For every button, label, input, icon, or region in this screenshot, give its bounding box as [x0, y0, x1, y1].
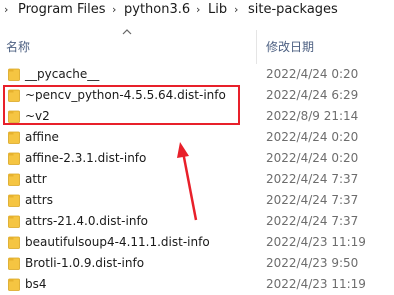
file-date-modified: 2022/4/24 7:37 [266, 193, 359, 207]
list-item[interactable]: __pycache__ 2022/4/24 0:20 [0, 64, 394, 85]
list-item[interactable]: attrs-21.4.0.dist-info 2022/4/24 7:37 [0, 211, 394, 232]
folder-icon [8, 131, 20, 144]
list-item[interactable]: bs4 2022/4/23 11:19 [0, 274, 394, 295]
folder-icon [8, 257, 20, 270]
chevron-right-icon[interactable]: › [4, 0, 8, 20]
file-date-modified: 2022/4/24 0:20 [266, 151, 359, 165]
file-name: attrs-21.4.0.dist-info [25, 214, 149, 228]
file-name: attrs [25, 193, 53, 207]
list-item[interactable]: beautifulsoup4-4.11.1.dist-info 2022/4/23… [0, 232, 394, 253]
list-item[interactable]: affine-2.3.1.dist-info 2022/4/24 0:20 [0, 148, 394, 169]
file-list: __pycache__ 2022/4/24 0:20 ~pencv_python-4… [0, 64, 394, 295]
column-divider[interactable] [256, 30, 257, 64]
breadcrumb-item-lib[interactable]: Lib [208, 0, 227, 20]
list-item[interactable]: attr 2022/4/24 7:37 [0, 169, 394, 190]
list-item[interactable]: ~v2 2022/8/9 21:14 [0, 106, 394, 127]
file-date-modified: 2022/4/24 0:20 [266, 67, 359, 81]
list-item[interactable]: attrs 2022/4/24 7:37 [0, 190, 394, 211]
file-name: affine [25, 130, 59, 144]
sort-up-icon [122, 29, 132, 35]
chevron-right-icon[interactable]: › [234, 0, 238, 20]
file-date-modified: 2022/4/24 6:29 [266, 88, 359, 102]
file-name: Brotli-1.0.9.dist-info [25, 256, 145, 270]
folder-icon [8, 110, 20, 123]
list-item[interactable]: ~pencv_python-4.5.5.64.dist-info 2022/4/2… [0, 85, 394, 106]
breadcrumb-item-program-files[interactable]: Program Files [18, 0, 106, 20]
file-date-modified: 2022/4/23 9:50 [266, 256, 359, 270]
folder-icon [8, 89, 20, 102]
folder-icon [8, 173, 20, 186]
file-name: attr [25, 172, 47, 186]
list-item[interactable]: affine 2022/4/24 0:20 [0, 127, 394, 148]
folder-icon [8, 152, 20, 165]
breadcrumb: › Program Files › python3.6 › Lib › site… [0, 0, 394, 22]
file-name: ~pencv_python-4.5.5.64.dist-info [25, 88, 226, 102]
file-name: __pycache__ [25, 67, 100, 81]
file-date-modified: 2022/8/9 21:14 [266, 109, 359, 123]
chevron-right-icon[interactable]: › [112, 0, 116, 20]
file-date-modified: 2022/4/24 7:37 [266, 172, 359, 186]
file-date-modified: 2022/4/23 11:19 [266, 235, 366, 249]
file-date-modified: 2022/4/23 11:19 [266, 277, 366, 291]
folder-icon [8, 215, 20, 228]
file-name: affine-2.3.1.dist-info [25, 151, 147, 165]
column-header: 名称 修改日期 [0, 26, 394, 64]
folder-icon [8, 278, 20, 291]
breadcrumb-item-site-packages[interactable]: site-packages [248, 0, 338, 20]
folder-icon [8, 236, 20, 249]
column-header-date-modified[interactable]: 修改日期 [266, 38, 314, 55]
breadcrumb-item-python36[interactable]: python3.6 [124, 0, 190, 20]
chevron-right-icon[interactable]: › [196, 0, 200, 20]
file-date-modified: 2022/4/24 0:20 [266, 130, 359, 144]
folder-icon [8, 194, 20, 207]
list-item[interactable]: Brotli-1.0.9.dist-info 2022/4/23 9:50 [0, 253, 394, 274]
file-date-modified: 2022/4/24 7:37 [266, 214, 359, 228]
file-name: bs4 [25, 277, 47, 291]
file-name: beautifulsoup4-4.11.1.dist-info [25, 235, 210, 249]
folder-icon [8, 68, 20, 81]
file-name: ~v2 [25, 109, 50, 123]
column-header-name[interactable]: 名称 [6, 38, 30, 55]
